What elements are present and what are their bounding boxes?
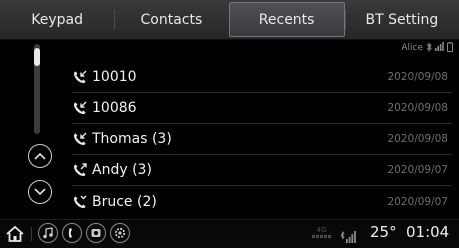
home-icon: [6, 225, 24, 242]
phone-button[interactable]: [62, 223, 82, 243]
outgoing-call-icon: [72, 162, 92, 178]
recent-calls-list: 10010 2020/09/08 10086 2020/09/08 Thomas…: [72, 62, 452, 217]
incoming-call-icon: [72, 131, 92, 147]
call-date: 2020/09/07: [387, 195, 448, 208]
clock: 01:04: [406, 223, 450, 241]
network-indicator: 4G: [312, 227, 331, 238]
settings-button[interactable]: [110, 223, 130, 243]
camera-icon: [91, 229, 101, 237]
phone-signal-icon: [340, 228, 356, 247]
incoming-call-icon: [72, 100, 92, 116]
tab-keypad[interactable]: Keypad: [0, 0, 114, 39]
call-row[interactable]: 10086 2020/09/08: [72, 93, 452, 124]
call-row[interactable]: Andy (3) 2020/09/07: [72, 155, 452, 186]
incoming-call-icon: [72, 69, 92, 85]
settings-icon: [114, 227, 126, 239]
call-date: 2020/09/08: [387, 102, 448, 114]
call-row[interactable]: Thomas (3) 2020/09/08: [72, 124, 452, 155]
call-date: 2020/09/08: [387, 133, 448, 145]
signal-icon: [435, 42, 444, 54]
call-row[interactable]: Bruce (2) 2020/09/07: [72, 186, 452, 217]
chevron-down-icon: [34, 188, 46, 196]
call-name: 10086: [92, 100, 137, 116]
bt-status: Alice: [401, 41, 453, 55]
call-name: Bruce (2): [92, 193, 157, 210]
divider: [31, 227, 32, 241]
tab-label: BT Setting: [365, 11, 439, 28]
call-name: Thomas (3): [92, 131, 172, 147]
music-button[interactable]: [38, 223, 58, 243]
tab-label: Recents: [258, 11, 315, 28]
network-bars: [312, 235, 331, 238]
call-date: 2020/09/08: [387, 71, 448, 83]
tab-recents[interactable]: Recents: [228, 2, 345, 37]
scroll-up-button[interactable]: [28, 144, 52, 168]
call-name: 10010: [92, 69, 137, 85]
temperature: 25°: [370, 223, 397, 241]
tab-label: Contacts: [140, 11, 203, 28]
camera-button[interactable]: [86, 223, 106, 243]
bluetooth-icon: [426, 41, 432, 55]
call-date: 2020/09/07: [387, 164, 448, 176]
phone-icon: [68, 228, 72, 238]
scrollbar[interactable]: [34, 44, 40, 134]
bottom-bar: 4G 25° 01:04: [0, 219, 459, 248]
tab-bar: Keypad Contacts Recents BT Setting: [0, 0, 459, 40]
home-button[interactable]: [4, 224, 26, 244]
music-icon: [43, 227, 53, 239]
missed-call-icon: [72, 194, 92, 210]
tab-contacts[interactable]: Contacts: [114, 0, 228, 39]
call-row[interactable]: 10010 2020/09/08: [72, 62, 452, 93]
call-name: Andy (3): [92, 162, 152, 178]
phone-battery-icon: [447, 41, 453, 55]
device-name: Alice: [401, 43, 423, 53]
tab-label: Keypad: [31, 11, 83, 28]
tab-bt-setting[interactable]: BT Setting: [344, 0, 459, 39]
scroll-down-button[interactable]: [28, 180, 52, 204]
scroll-thumb[interactable]: [34, 48, 40, 66]
chevron-up-icon: [34, 152, 46, 160]
network-label: 4G: [316, 226, 327, 234]
